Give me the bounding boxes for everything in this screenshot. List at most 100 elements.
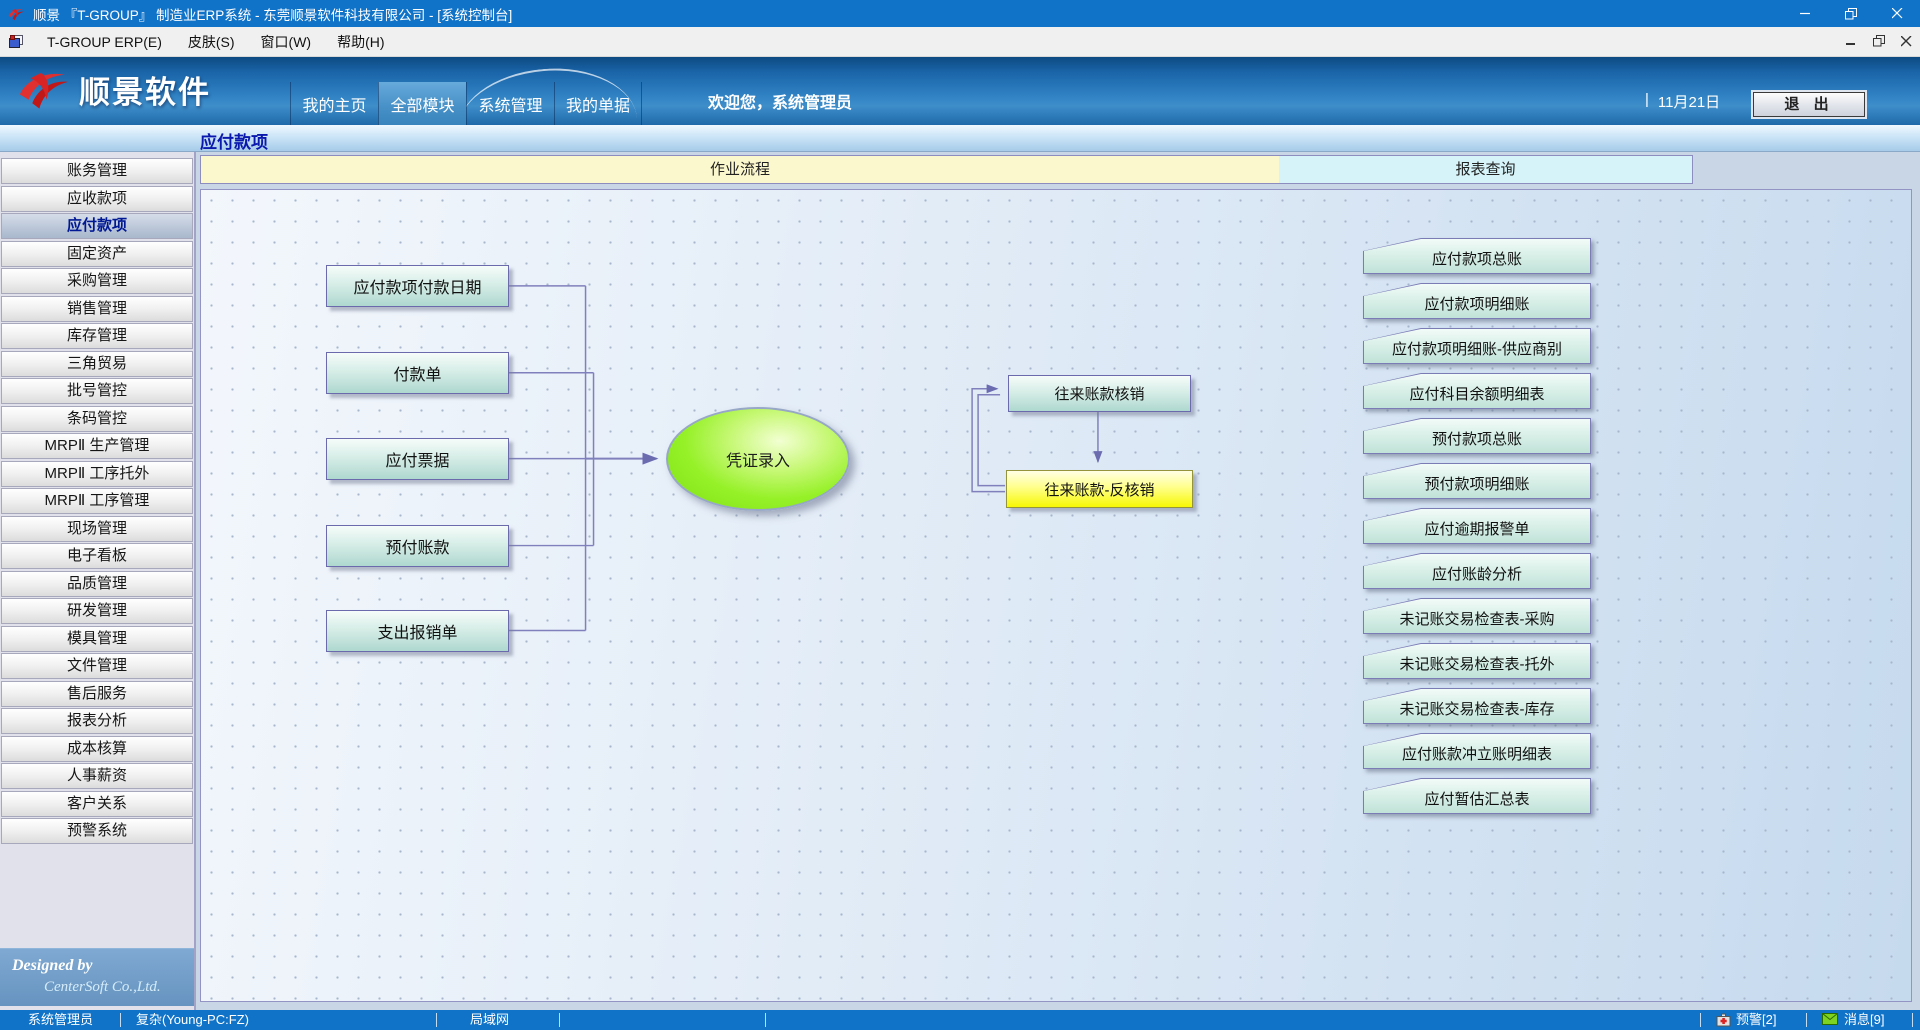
- breadcrumb-bar: 应付款项: [0, 125, 1920, 152]
- form-icon: [8, 34, 24, 49]
- sidebar: 账务管理 应收款项 应付款项 固定资产 采购管理 销售管理 库存管理 三角贸易 …: [0, 152, 196, 1010]
- report-button-overdue-alert[interactable]: 应付逾期报警单: [1363, 508, 1591, 544]
- status-messages[interactable]: 消息[9]: [1844, 1010, 1884, 1030]
- designed-by-badge: Designed by CenterSoft Co.,Ltd.: [0, 948, 194, 1006]
- sidebar-item-accounting[interactable]: 账务管理: [1, 158, 193, 184]
- mdi-close-icon[interactable]: [1901, 34, 1912, 50]
- report-button-offset-detail[interactable]: 应付账款冲立账明细表: [1363, 733, 1591, 769]
- report-button-payable-account-balance[interactable]: 应付科目余额明细表: [1363, 373, 1591, 409]
- welcome-text: 欢迎您，系统管理员: [708, 89, 852, 113]
- app-logo-icon: [7, 6, 25, 22]
- sidebar-item-fixed-assets[interactable]: 固定资产: [1, 241, 193, 267]
- designed-by-text: Designed by: [12, 957, 194, 975]
- sidebar-item-mold[interactable]: 模具管理: [1, 626, 193, 652]
- sidebar-item-crm[interactable]: 客户关系: [1, 791, 193, 817]
- sidebar-item-documents[interactable]: 文件管理: [1, 653, 193, 679]
- menu-tgroup-erp[interactable]: T-GROUP ERP(E): [34, 27, 175, 56]
- report-button-prepaid-detail-ledger[interactable]: 预付款项明细账: [1363, 463, 1591, 499]
- flow-node-account-unverify[interactable]: 往来账款-反核销: [1006, 470, 1193, 508]
- message-icon: [1822, 1013, 1838, 1025]
- sidebar-item-report-analysis[interactable]: 报表分析: [1, 708, 193, 734]
- flow-node-payable-payment-date[interactable]: 应付款项付款日期: [326, 265, 509, 307]
- report-button-prepaid-general-ledger[interactable]: 预付款项总账: [1363, 418, 1591, 454]
- report-button-payable-general-ledger[interactable]: 应付款项总账: [1363, 238, 1591, 274]
- minimize-icon[interactable]: [1782, 0, 1828, 27]
- menu-help[interactable]: 帮助(H): [324, 27, 397, 56]
- sidebar-item-mrp2-production[interactable]: MRPⅡ 生产管理: [1, 433, 193, 459]
- main-area: 作业流程 报表查询 应付款项付款日期 付款单 应付票据 预付账: [196, 152, 1920, 1010]
- report-button-estimate-summary[interactable]: 应付暂估汇总表: [1363, 778, 1591, 814]
- sidebar-item-triangle-trade[interactable]: 三角贸易: [1, 351, 193, 377]
- company-name: CenterSoft Co.,Ltd.: [44, 979, 194, 996]
- report-button-unposted-check-inventory[interactable]: 未记账交易检查表-库存: [1363, 688, 1591, 724]
- flow-node-payable-notes[interactable]: 应付票据: [326, 438, 509, 480]
- nav-system-admin[interactable]: 系统管理: [466, 82, 554, 125]
- flow-connectors: [201, 190, 1911, 1001]
- report-button-aging-analysis[interactable]: 应付账龄分析: [1363, 553, 1591, 589]
- status-separator: [1912, 1013, 1913, 1027]
- header: 顺景软件 我的主页 全部模块 系统管理 我的单据 欢迎您，系统管理员 | 11月…: [0, 57, 1920, 125]
- title-bar: 顺景 『T-GROUP』 制造业ERP系统 - 东莞顺景软件科技有限公司 - […: [0, 0, 1920, 27]
- tab-work-flow[interactable]: 作业流程: [200, 155, 1280, 184]
- main-nav: 我的主页 全部模块 系统管理 我的单据: [290, 82, 642, 125]
- sidebar-item-mrp2-outsourcing[interactable]: MRPⅡ 工序托外: [1, 461, 193, 487]
- mdi-window-controls: [1846, 27, 1912, 57]
- sidebar-item-payables-active[interactable]: 应付款项: [1, 213, 193, 239]
- status-host: 复杂(Young-PC:FZ): [136, 1010, 249, 1030]
- current-date: 11月21日: [1658, 91, 1720, 112]
- status-separator: [765, 1013, 766, 1027]
- brand: 顺景软件: [14, 64, 211, 114]
- sidebar-item-shopfloor[interactable]: 现场管理: [1, 516, 193, 542]
- brand-name: 顺景软件: [79, 67, 211, 112]
- window-title: 顺景 『T-GROUP』 制造业ERP系统 - 东莞顺景软件科技有限公司 - […: [33, 4, 512, 24]
- sidebar-item-receivables[interactable]: 应收款项: [1, 186, 193, 212]
- flow-node-expense-claim[interactable]: 支出报销单: [326, 610, 509, 652]
- status-separator: [120, 1013, 121, 1027]
- alert-icon: [1716, 1013, 1731, 1027]
- status-separator: [1700, 1013, 1701, 1027]
- nav-my-home[interactable]: 我的主页: [290, 82, 378, 125]
- sidebar-item-hr-payroll[interactable]: 人事薪资: [1, 763, 193, 789]
- logout-button[interactable]: 退 出: [1753, 92, 1865, 117]
- date-separator: |: [1645, 91, 1649, 112]
- sidebar-item-barcode-control[interactable]: 条码管控: [1, 406, 193, 432]
- sidebar-item-purchasing[interactable]: 采购管理: [1, 268, 193, 294]
- sidebar-item-quality[interactable]: 品质管理: [1, 571, 193, 597]
- date-display: | 11月21日: [1645, 91, 1720, 112]
- flow-node-prepayment[interactable]: 预付账款: [326, 525, 509, 567]
- report-button-unposted-check-outsource[interactable]: 未记账交易检查表-托外: [1363, 643, 1591, 679]
- flow-node-payment-order[interactable]: 付款单: [326, 352, 509, 394]
- page-title: 应付款项: [200, 128, 268, 153]
- flow-node-account-verify[interactable]: 往来账款核销: [1008, 375, 1191, 412]
- sidebar-item-inventory[interactable]: 库存管理: [1, 323, 193, 349]
- voucher-entry-label: 凭证录入: [726, 447, 790, 471]
- mdi-restore-icon[interactable]: [1873, 34, 1885, 50]
- tab-report-query[interactable]: 报表查询: [1279, 155, 1693, 184]
- status-separator: [1806, 1013, 1807, 1027]
- sidebar-item-costing[interactable]: 成本核算: [1, 736, 193, 762]
- brand-logo-icon: [14, 64, 72, 114]
- status-separator: [559, 1013, 560, 1027]
- sidebar-item-rnd[interactable]: 研发管理: [1, 598, 193, 624]
- flow-node-voucher-entry[interactable]: 凭证录入: [666, 407, 850, 511]
- sidebar-item-batch-control[interactable]: 批号管控: [1, 378, 193, 404]
- status-alerts[interactable]: 预警[2]: [1736, 1010, 1776, 1030]
- sidebar-item-mrp2-process[interactable]: MRPⅡ 工序管理: [1, 488, 193, 514]
- nav-my-documents[interactable]: 我的单据: [554, 82, 642, 125]
- nav-all-modules[interactable]: 全部模块: [378, 82, 466, 125]
- sidebar-item-sales[interactable]: 销售管理: [1, 296, 193, 322]
- sidebar-item-alert-system[interactable]: 预警系统: [1, 818, 193, 844]
- restore-icon[interactable]: [1828, 0, 1874, 27]
- status-user: 系统管理员: [28, 1010, 93, 1030]
- mdi-minimize-icon[interactable]: [1846, 34, 1857, 50]
- close-icon[interactable]: [1874, 0, 1920, 27]
- sidebar-item-after-sales[interactable]: 售后服务: [1, 681, 193, 707]
- report-button-unposted-check-purchase[interactable]: 未记账交易检查表-采购: [1363, 598, 1591, 634]
- report-button-payable-detail-by-supplier[interactable]: 应付款项明细账-供应商别: [1363, 328, 1591, 364]
- menu-skin[interactable]: 皮肤(S): [175, 27, 248, 56]
- sidebar-item-e-kanban[interactable]: 电子看板: [1, 543, 193, 569]
- status-bar: 系统管理员 复杂(Young-PC:FZ) 局域网 预警[2] 消息[9]: [0, 1010, 1920, 1030]
- report-button-payable-detail-ledger[interactable]: 应付款项明细账: [1363, 283, 1591, 319]
- menu-window[interactable]: 窗口(W): [248, 27, 325, 56]
- window-controls: [1782, 0, 1920, 27]
